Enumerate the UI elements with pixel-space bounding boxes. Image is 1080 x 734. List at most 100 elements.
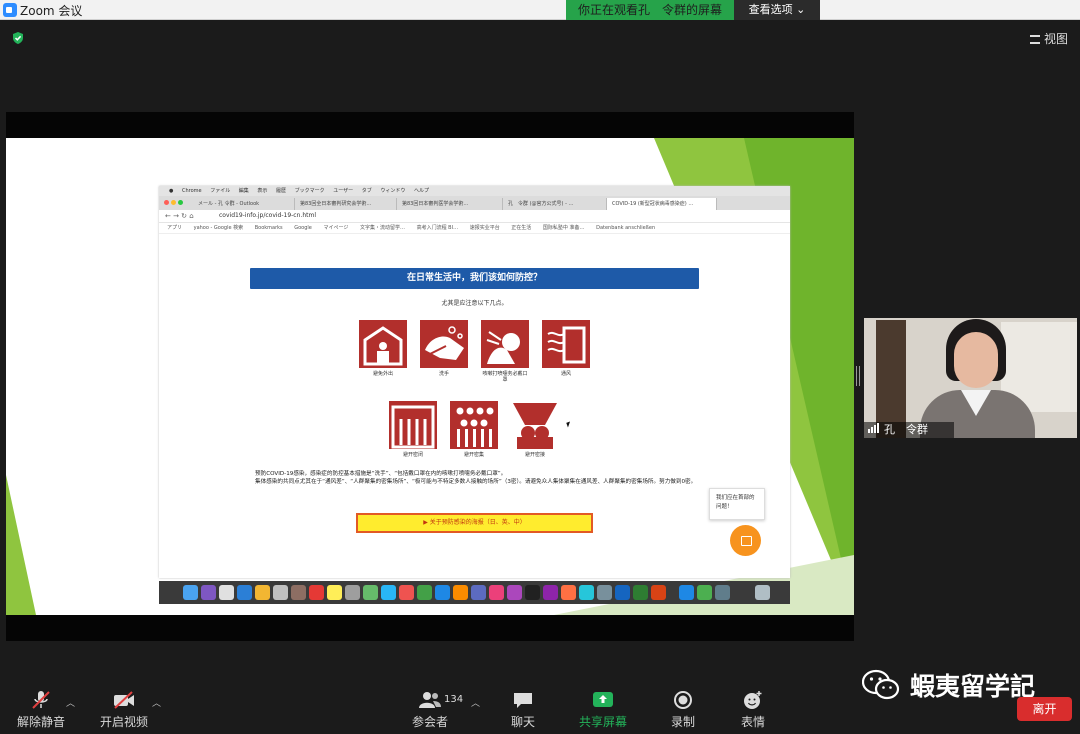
bookmark: 文字集・流动留学…	[359, 225, 405, 231]
watermark-text: 蝦夷留学記	[910, 672, 1036, 701]
chat-bubble-icon	[514, 693, 532, 708]
stay-home-card: 避免外出	[359, 320, 407, 377]
viewing-share-banner: 你正在观看孔 令群的屏幕	[566, 0, 734, 20]
share-screen-button[interactable]: 共享屏幕	[578, 690, 628, 730]
bookmark: yahoo - Google 検索	[193, 225, 244, 231]
dock-app-icon	[597, 585, 612, 600]
ventilation-card: 通风	[542, 320, 590, 377]
window-air-icon	[542, 320, 590, 368]
dock-app-icon	[291, 585, 306, 600]
dock-app-icon	[345, 585, 360, 600]
hand-wash-icon	[420, 320, 468, 368]
participant-name: 孔 令群	[884, 423, 928, 436]
bookmark: 国际私塾中 准备…	[542, 225, 585, 231]
trash-icon	[755, 585, 770, 600]
reactions-label: 表情	[740, 715, 765, 729]
dock-app-icon	[309, 585, 324, 600]
participant-figure	[954, 332, 998, 388]
reactions-button[interactable]: 表情	[738, 690, 768, 730]
dock-app-icon	[435, 585, 450, 600]
panel-resize-handle[interactable]	[856, 366, 860, 386]
page-subheading: 尤其是应注意以下几点。	[441, 300, 508, 307]
dock-app-icon	[183, 585, 198, 600]
dock-app-icon	[273, 585, 288, 600]
closed-space-icon	[389, 401, 437, 449]
participant-name-bar: 孔 令群	[864, 422, 954, 438]
share-screen-icon	[593, 692, 613, 707]
icon-caption: 避开密接	[524, 452, 545, 458]
cough-mask-icon	[481, 320, 529, 368]
dock-app-icon	[201, 585, 216, 600]
zoom-logo-icon	[3, 3, 17, 17]
page-heading: 在日常生活中，我们该如何防控？	[250, 268, 699, 289]
bookmarks-bar: アプリ yahoo - Google 検索 Bookmarks Google マ…	[159, 223, 790, 234]
dock-app-icon	[561, 585, 576, 600]
dock-app-icon	[679, 585, 694, 600]
avoid-crowd-card: 避开密集	[450, 401, 498, 458]
view-button[interactable]: 视图	[1030, 30, 1068, 47]
leave-meeting-button[interactable]: 离开	[1017, 697, 1072, 721]
browser-tab-active: COVID-19 (新型冠状病毒感染症) …	[607, 198, 717, 210]
body-line: 集体感染的共同点尤其在于“通风差”、“人群聚集的密集场所”、“极可能与不特定多数…	[255, 479, 697, 485]
bookmark: 速报实业平台	[469, 225, 500, 231]
chat-button[interactable]: 聊天	[508, 690, 538, 730]
close-contact-icon	[511, 401, 559, 449]
slide-decoration	[6, 475, 36, 615]
title-bar: Zoom 会议	[0, 0, 1080, 20]
menu-item: 編集	[238, 188, 249, 194]
icon-caption: 通风	[560, 371, 571, 377]
site-chat-icon	[730, 525, 761, 556]
site-chat-popup: 我们应在首部的问题！	[709, 488, 765, 520]
video-background	[876, 320, 906, 438]
dock-app-icon	[363, 585, 378, 600]
bookmark: マイページ	[323, 225, 349, 231]
icon-caption: 洗手	[438, 371, 449, 377]
record-button[interactable]: 录制	[668, 690, 698, 730]
dock-app-icon	[525, 585, 540, 600]
dock-app-icon	[399, 585, 414, 600]
address-url: covid19-info.jp/covid-19-cn.html	[219, 212, 316, 219]
house-icon	[359, 320, 407, 368]
browser-tab-strip: メール - 孔 令群 - Outlook 第83回全日本審判研究会学術… 第83…	[159, 196, 790, 210]
view-options-button[interactable]: 查看选项 ⌄	[734, 0, 820, 20]
participants-icon	[419, 692, 441, 708]
dock-app-icon	[579, 585, 594, 600]
record-icon	[674, 691, 692, 709]
shield-check-icon[interactable]	[11, 31, 25, 45]
bookmark: Google	[294, 225, 312, 231]
view-label: 视图	[1044, 32, 1069, 46]
zoom-window: Zoom 会议 你正在观看孔 令群的屏幕 查看选项 ⌄ 视图 ● Chrome …	[0, 0, 1080, 734]
dock-app-icon	[453, 585, 468, 600]
page-body-text: 预防COVID-19感染，感染症的防控基本措施是“洗手”、“包括戴口罩在内的咳嗽…	[255, 470, 705, 486]
traffic-light-icons	[164, 200, 185, 207]
participants-options-caret[interactable]: ︿	[471, 696, 480, 709]
start-video-button[interactable]: 开启视频	[98, 690, 150, 730]
participant-video[interactable]: 孔 令群	[864, 318, 1077, 438]
video-off-icon	[114, 691, 134, 709]
dock-app-icon	[633, 585, 648, 600]
icon-caption: 避开密闭	[402, 452, 423, 458]
body-line: 预防COVID-19感染，感染症的防控基本措施是“洗手”、“包括戴口罩在内的咳嗽…	[255, 471, 507, 477]
poster-link-button: ▶ 关于预防感染的海报（日、英、中）	[356, 513, 593, 533]
menu-item: ファイル	[210, 188, 231, 194]
start-video-label: 开启视频	[99, 715, 148, 729]
unmute-button[interactable]: 解除静音	[16, 690, 66, 730]
record-label: 录制	[670, 715, 695, 729]
icon-caption: 避开密集	[463, 452, 484, 458]
video-options-caret[interactable]: ︿	[152, 696, 161, 709]
browser-tab: 第83回全日本審判研究会学術…	[295, 198, 397, 210]
participants-count: 134	[444, 694, 464, 705]
participants-label: 参会者	[411, 715, 448, 729]
shared-screen[interactable]: ● Chrome ファイル 編集 表示 履歴 ブックマーク ユーザー タブ ウィ…	[6, 112, 854, 641]
browser-tab: 孔 令群 (@官方公式号) - …	[503, 198, 607, 210]
browser-tab: 第83回日本審判医学会学術…	[397, 198, 503, 210]
menu-item: ブックマーク	[294, 188, 325, 194]
dock-app-icon	[255, 585, 270, 600]
dock-app-icon	[219, 585, 234, 600]
hand-wash-card: 洗手	[420, 320, 468, 377]
menu-item: Chrome	[181, 188, 202, 194]
presentation-slide: ● Chrome ファイル 編集 表示 履歴 ブックマーク ユーザー タブ ウィ…	[6, 138, 854, 615]
dock-app-icon	[543, 585, 558, 600]
dock-app-icon	[615, 585, 630, 600]
audio-options-caret[interactable]: ︿	[66, 696, 75, 709]
